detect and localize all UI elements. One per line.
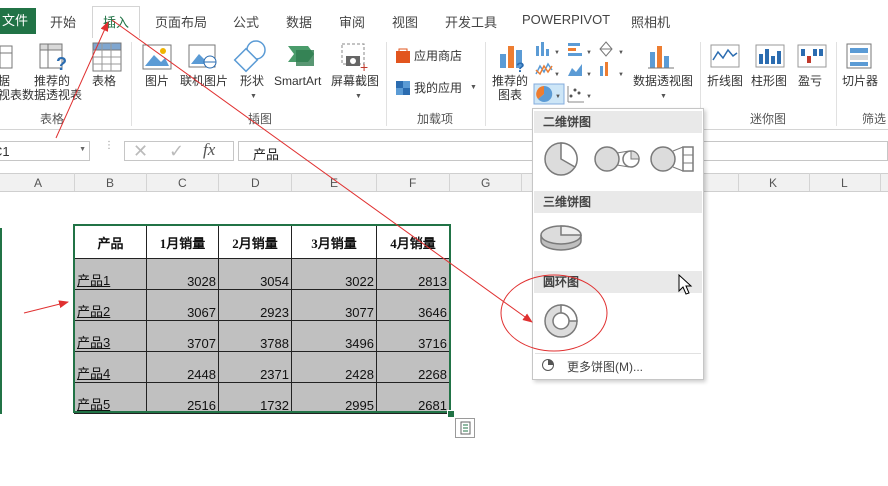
arrow-to-insert-tab	[55, 21, 109, 139]
donut-highlight-circle	[500, 274, 608, 352]
arrow-to-donut	[111, 19, 533, 323]
arrow-to-table	[23, 300, 69, 314]
annotation-overlay	[23, 19, 608, 352]
